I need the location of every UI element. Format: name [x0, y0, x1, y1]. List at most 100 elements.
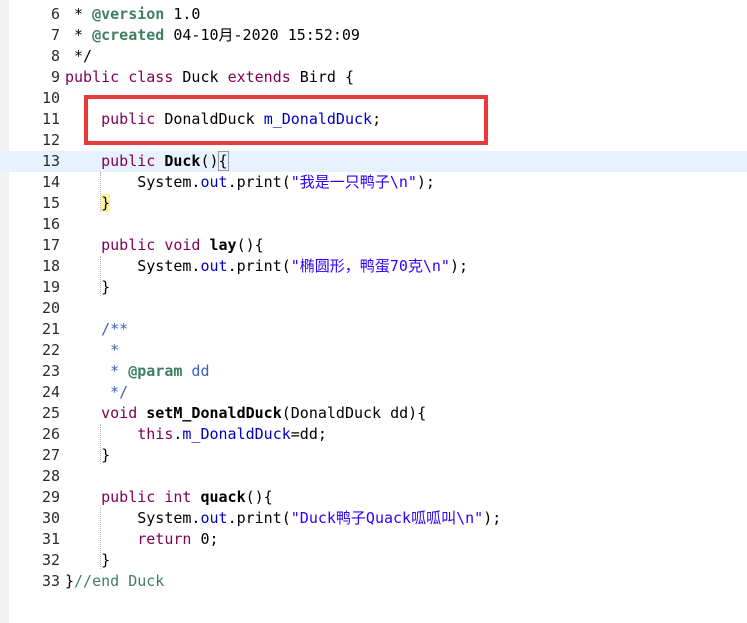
code-line[interactable]: 25 void setM_DonaldDuck(DonaldDuck dd){	[0, 403, 747, 424]
indent-guide	[100, 172, 101, 212]
keyword-token: int	[164, 488, 192, 506]
code-line[interactable]: 18 System.out.print("椭圆形，鸭蛋70克\n");	[0, 256, 747, 277]
keyword-token: public	[65, 68, 120, 86]
line-number: 25	[41, 404, 60, 422]
code-line[interactable]: 32 }	[0, 550, 747, 571]
comment-token: //end Duck	[74, 572, 165, 590]
code-token: Duck	[173, 68, 228, 86]
code-line[interactable]: 29 public int quack(){	[0, 487, 747, 508]
code-text: public class Duck extends Bird {	[65, 67, 354, 88]
line-number: 33	[41, 572, 60, 590]
code-token: );	[416, 173, 435, 191]
code-token: .print(	[227, 257, 291, 275]
code-token: (){	[236, 236, 264, 254]
code-token: =dd;	[290, 425, 327, 443]
code-line[interactable]: 6 * @version 1.0	[0, 4, 747, 25]
keyword-token: public	[101, 152, 156, 170]
line-number: 28	[41, 467, 60, 485]
code-line[interactable]: 23 * @param dd	[0, 361, 747, 382]
line-number: 18	[41, 257, 60, 275]
code-line[interactable]: 21 /**	[0, 319, 747, 340]
javadoc-tag-token: @version	[92, 5, 165, 23]
keyword-token: class	[128, 68, 174, 86]
keyword-token: extends	[227, 68, 291, 86]
code-text: */	[65, 46, 92, 67]
code-token: }	[65, 278, 111, 296]
code-token: System.	[65, 509, 201, 527]
method-name-token: quack	[200, 488, 246, 506]
keyword-token: public	[101, 236, 156, 254]
code-line[interactable]: 14 System.out.print("我是一只鸭子\n");	[0, 172, 747, 193]
line-number: 10	[41, 89, 60, 107]
code-token: System.	[65, 173, 201, 191]
string-token: "椭圆形，鸭蛋70克\n"	[290, 257, 450, 275]
line-number: 15	[41, 194, 60, 212]
code-token: .print(	[227, 509, 291, 527]
code-area[interactable]: 6 * @version 1.0 7 * @created 04-10月-2020…	[0, 4, 747, 592]
code-token: Bird {	[290, 68, 354, 86]
javadoc-token: */	[65, 383, 129, 401]
keyword-token: void	[164, 236, 201, 254]
code-token: );	[449, 257, 469, 275]
code-line[interactable]: 17 public void lay(){	[0, 235, 747, 256]
line-number: 8	[50, 47, 60, 65]
string-token: "Duck鸭子Quack呱呱叫\n"	[290, 509, 484, 527]
code-line[interactable]: 33}//end Duck	[0, 571, 747, 592]
code-token: (){	[245, 488, 273, 506]
string-token: "我是一只鸭子\n"	[290, 173, 417, 191]
code-line[interactable]: 30 System.out.print("Duck鸭子Quack呱呱叫\n");	[0, 508, 747, 529]
code-line[interactable]: 22 *	[0, 340, 747, 361]
code-line[interactable]: 7 * @created 04-10月-2020 15:52:09	[0, 25, 747, 46]
code-line[interactable]: 28	[0, 466, 747, 487]
code-text: System.out.print("我是一只鸭子\n");	[65, 172, 435, 193]
code-text: * @version 1.0	[65, 4, 200, 25]
line-number: 21	[41, 320, 60, 338]
code-line[interactable]: 26 this.m_DonaldDuck=dd;	[0, 424, 747, 445]
line-number: 31	[41, 530, 60, 548]
code-token: */	[65, 47, 93, 65]
line-number: 11	[41, 110, 60, 128]
highlighted-brace-token: }	[101, 194, 111, 212]
code-line[interactable]: 19 }	[0, 277, 747, 298]
code-line[interactable]: 15 }	[0, 193, 747, 214]
javadoc-token: dd	[182, 362, 210, 380]
indent-guide	[100, 424, 101, 464]
code-line[interactable]: 20	[0, 298, 747, 319]
code-text: System.out.print("Duck鸭子Quack呱呱叫\n");	[65, 508, 501, 529]
line-number: 13	[41, 152, 60, 170]
line-number: 7	[50, 26, 60, 44]
code-line[interactable]: 31 return 0;	[0, 529, 747, 550]
line-number: 12	[41, 131, 60, 149]
code-line[interactable]: 8 */	[0, 46, 747, 67]
code-token: System.	[65, 257, 201, 275]
code-line-current[interactable]: 13 public Duck(){	[0, 151, 747, 172]
code-token: 1.0	[164, 5, 201, 23]
code-text: /**	[65, 319, 128, 340]
code-editor[interactable]: 6 * @version 1.0 7 * @created 04-10月-2020…	[0, 0, 747, 623]
javadoc-token: *	[65, 341, 120, 359]
code-line[interactable]: 27 }	[0, 445, 747, 466]
javadoc-token: /**	[65, 320, 129, 338]
javadoc-token: *	[65, 362, 129, 380]
field-token: m_DonaldDuck	[182, 425, 291, 443]
keyword-token: public	[101, 488, 156, 506]
code-line[interactable]: 9 public class Duck extends Bird {	[0, 67, 747, 88]
line-number: 14	[41, 173, 60, 191]
method-name-token: setM_DonaldDuck	[146, 404, 282, 422]
indent-guide	[100, 256, 101, 296]
code-line[interactable]: 16	[0, 214, 747, 235]
javadoc-tag-token: @created	[92, 26, 165, 44]
code-text: return 0;	[65, 529, 218, 550]
code-text: * @param dd	[65, 361, 210, 382]
code-token: );	[483, 509, 502, 527]
code-token: *	[65, 26, 93, 44]
field-token: out	[200, 173, 228, 191]
code-token: }	[65, 446, 111, 464]
code-line[interactable]: 24 */	[0, 382, 747, 403]
